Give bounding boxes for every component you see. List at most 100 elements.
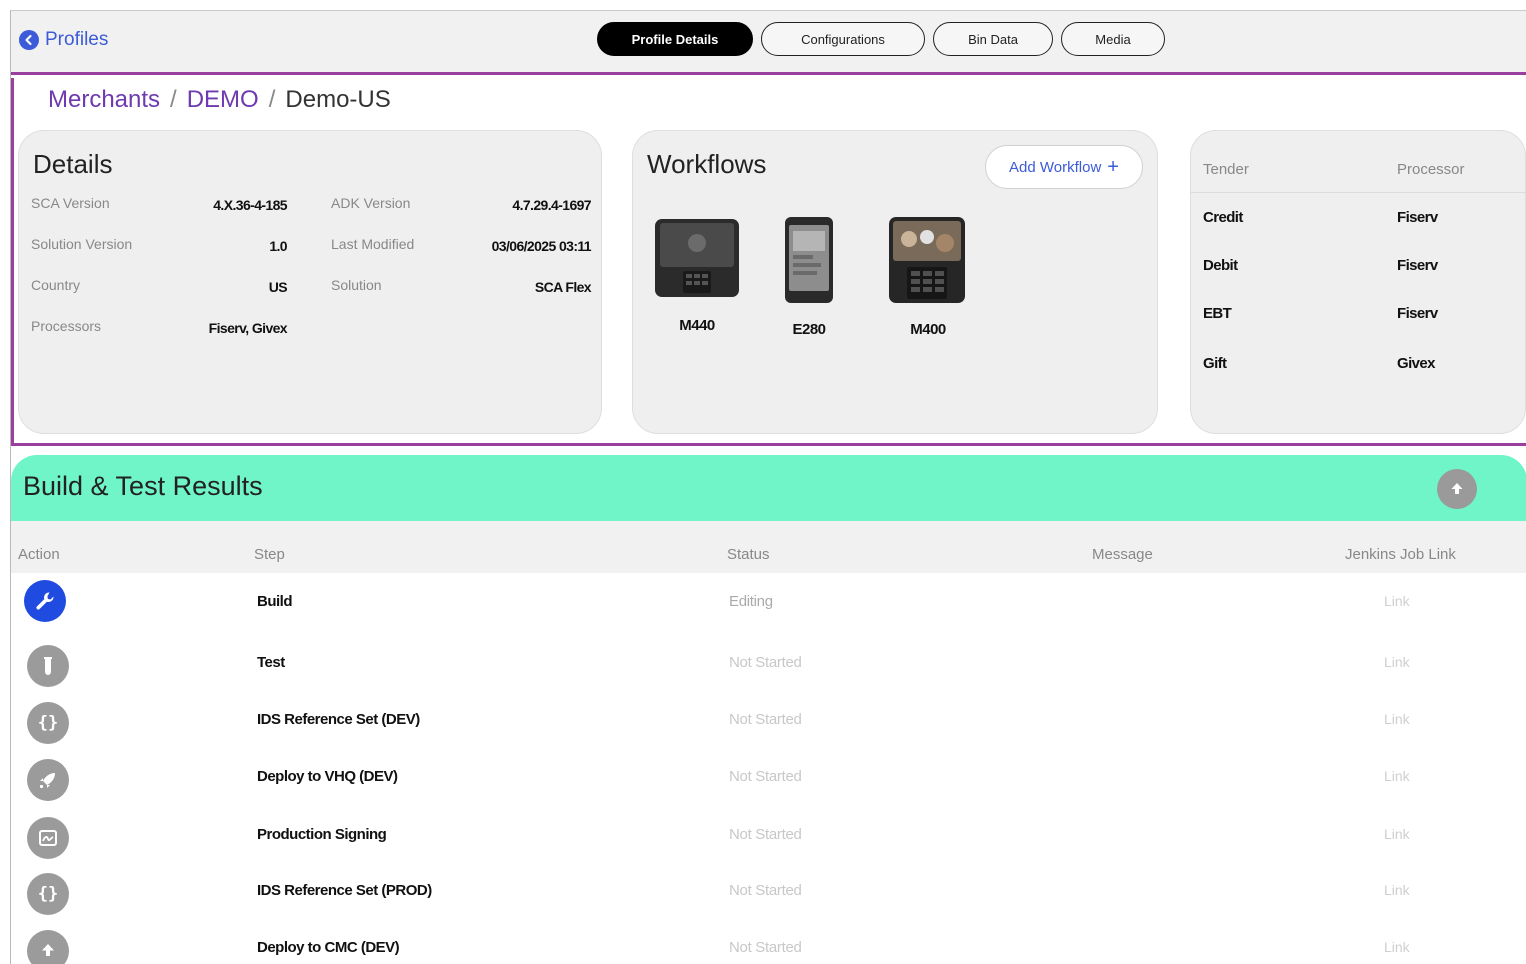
add-workflow-button[interactable]: Add Workflow + — [985, 145, 1143, 189]
breadcrumb-merchants[interactable]: Merchants — [48, 86, 160, 114]
solution-version-label: Solution Version — [31, 236, 133, 252]
step-name: Test — [257, 654, 285, 671]
sca-version-label: SCA Version — [31, 195, 110, 211]
table-row: Build Editing Link — [11, 577, 1526, 634]
breadcrumb-separator: / — [268, 86, 276, 113]
solution-version-field: Solution Version 1.0 — [31, 236, 288, 254]
build-table-header: Action Step Status Message Jenkins Job L… — [11, 521, 1526, 573]
solution-field: Solution SCA Flex — [331, 277, 592, 295]
tab-configurations[interactable]: Configurations — [761, 22, 925, 56]
tab-profile-details[interactable]: Profile Details — [597, 22, 753, 56]
jenkins-link[interactable]: Link — [1384, 882, 1410, 898]
plus-icon: + — [1107, 156, 1119, 178]
device-label: E280 — [792, 321, 826, 338]
breadcrumb: Merchants / DEMO / Demo-US — [48, 86, 391, 114]
status-text: Not Started — [729, 882, 802, 899]
test-tube-icon[interactable] — [27, 645, 69, 687]
rocket-icon[interactable] — [27, 759, 69, 801]
processor-cell: Fiserv — [1397, 209, 1438, 226]
country-field: Country US — [31, 277, 288, 295]
step-column-header: Step — [254, 546, 285, 563]
step-name: IDS Reference Set (PROD) — [257, 882, 432, 899]
braces-icon[interactable]: {} — [27, 873, 69, 915]
table-row: Deploy to VHQ (DEV) Not Started Link — [11, 752, 1526, 809]
table-row: Test Not Started Link — [11, 638, 1526, 695]
device-m440[interactable]: M440 — [653, 215, 741, 334]
last-modified-label: Last Modified — [331, 236, 415, 252]
table-row: Deploy to CMC (DEV) Not Started Link — [11, 923, 1526, 964]
upload-icon[interactable] — [27, 930, 69, 964]
m400-terminal-icon — [889, 217, 965, 303]
jenkins-link[interactable]: Link — [1384, 593, 1410, 609]
device-m400[interactable]: M400 — [887, 215, 969, 338]
action-column-header: Action — [18, 546, 60, 563]
status-text: Not Started — [729, 939, 802, 956]
back-link-label: Profiles — [45, 29, 109, 50]
m440-terminal-icon — [655, 219, 739, 297]
tender-table-header: Tender Processor — [1191, 131, 1525, 193]
adk-version-value: 4.7.29.4-1697 — [512, 197, 591, 213]
wrench-icon[interactable] — [24, 580, 66, 622]
signature-icon[interactable] — [27, 817, 69, 859]
last-modified-field: Last Modified 03/06/2025 03:11 — [331, 236, 592, 254]
build-test-title: Build & Test Results — [23, 471, 263, 501]
tender-header: Tender — [1203, 161, 1249, 178]
processors-value: Fiserv, Givex — [208, 320, 288, 336]
tender-cell: EBT — [1203, 305, 1232, 322]
message-column-header: Message — [1092, 546, 1153, 563]
country-value: US — [268, 279, 288, 295]
device-label: M400 — [910, 321, 946, 338]
tender-cell: Debit — [1203, 257, 1238, 274]
details-card: Details SCA Version 4.X.36-4-185 ADK Ver… — [18, 130, 602, 434]
device-e280[interactable]: E280 — [783, 215, 835, 338]
processor-header: Processor — [1397, 161, 1465, 178]
braces-icon[interactable]: {} — [27, 702, 69, 744]
jenkins-link-column-header: Jenkins Job Link — [1345, 546, 1456, 563]
processors-field: Processors Fiserv, Givex — [31, 318, 288, 336]
step-name: IDS Reference Set (DEV) — [257, 711, 420, 728]
processor-cell: Givex — [1397, 355, 1435, 372]
build-test-header: Build & Test Results — [11, 455, 1526, 521]
processor-cell: Fiserv — [1397, 257, 1438, 274]
app-frame: Profiles Profile Details Configurations … — [10, 10, 1526, 964]
tab-bar: Profile Details Configurations Bin Data … — [597, 22, 1165, 56]
jenkins-link[interactable]: Link — [1384, 768, 1410, 784]
country-label: Country — [31, 277, 81, 293]
table-row: Production Signing Not Started Link — [11, 810, 1526, 867]
jenkins-link[interactable]: Link — [1384, 826, 1410, 842]
tab-bin-data[interactable]: Bin Data — [933, 22, 1053, 56]
jenkins-link[interactable]: Link — [1384, 939, 1410, 955]
upload-button[interactable] — [1437, 469, 1477, 509]
tender-processor-card: Tender Processor Credit Fiserv Debit Fis… — [1190, 130, 1526, 434]
adk-version-label: ADK Version — [331, 195, 411, 211]
solution-label: Solution — [331, 277, 382, 293]
status-text: Not Started — [729, 654, 802, 671]
top-bar: Profiles Profile Details Configurations … — [11, 11, 1526, 75]
add-workflow-label: Add Workflow — [1009, 158, 1102, 176]
upload-icon — [1451, 483, 1463, 494]
step-name: Build — [257, 593, 293, 610]
breadcrumb-demo[interactable]: DEMO — [187, 86, 259, 114]
status-text: Editing — [729, 593, 773, 610]
workflows-card: Workflows Add Workflow + M440 E280 M400 — [632, 130, 1158, 434]
step-name: Deploy to VHQ (DEV) — [257, 768, 398, 785]
solution-value: SCA Flex — [534, 279, 592, 295]
adk-version-field: ADK Version 4.7.29.4-1697 — [331, 195, 592, 213]
e280-terminal-icon — [785, 217, 833, 303]
breadcrumb-current: Demo-US — [285, 86, 391, 113]
step-name: Deploy to CMC (DEV) — [257, 939, 400, 956]
status-column-header: Status — [727, 546, 770, 563]
jenkins-link[interactable]: Link — [1384, 711, 1410, 727]
breadcrumb-separator: / — [170, 86, 177, 113]
last-modified-value: 03/06/2025 03:11 — [491, 238, 592, 254]
table-row: {} IDS Reference Set (DEV) Not Started L… — [11, 695, 1526, 752]
status-text: Not Started — [729, 768, 802, 785]
tab-media[interactable]: Media — [1061, 22, 1165, 56]
table-row: {} IDS Reference Set (PROD) Not Started … — [11, 866, 1526, 923]
status-text: Not Started — [729, 711, 802, 728]
jenkins-link[interactable]: Link — [1384, 654, 1410, 670]
details-title: Details — [33, 149, 113, 179]
profile-section: Merchants / DEMO / Demo-US Details SCA V… — [11, 78, 1526, 446]
status-text: Not Started — [729, 826, 802, 843]
back-to-profiles-link[interactable]: Profiles — [19, 29, 108, 51]
